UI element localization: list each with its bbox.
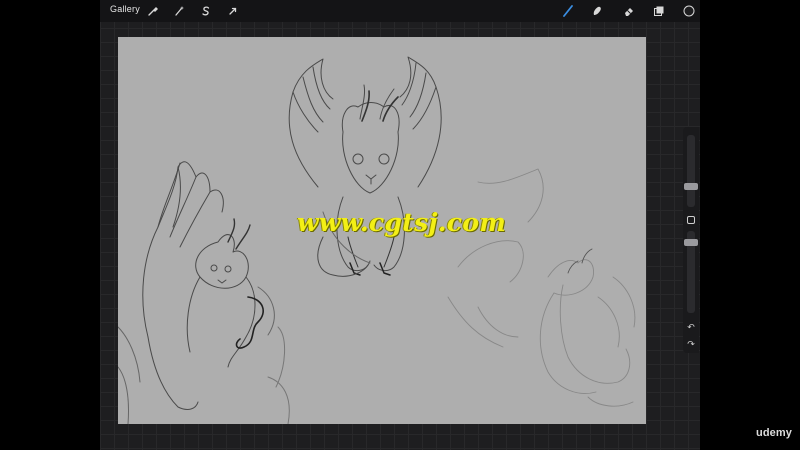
- smudge-icon[interactable]: [590, 4, 604, 18]
- video-frame: Gallery www.cgtsj.com ↶ ↷ udemy: [0, 0, 800, 450]
- brush-size-slider[interactable]: [684, 135, 698, 207]
- eraser-icon[interactable]: [622, 4, 636, 18]
- modify-square-icon[interactable]: [687, 216, 695, 224]
- opacity-slider[interactable]: [684, 231, 698, 313]
- watermark-text: www.cgtsj.com: [297, 208, 507, 237]
- procreate-app: Gallery www.cgtsj.com ↶ ↷: [100, 0, 700, 450]
- brush-icon[interactable]: [561, 4, 575, 18]
- arrow-cursor-icon[interactable]: [226, 4, 240, 18]
- redo-icon[interactable]: ↷: [686, 339, 696, 349]
- udemy-logo: udemy: [756, 427, 792, 439]
- gallery-button[interactable]: Gallery: [110, 4, 140, 14]
- selection-s-icon[interactable]: [199, 4, 213, 18]
- drawing-canvas[interactable]: www.cgtsj.com: [118, 37, 646, 424]
- wrench-icon[interactable]: [146, 4, 160, 18]
- color-circle-icon[interactable]: [682, 4, 696, 18]
- undo-icon[interactable]: ↶: [686, 322, 696, 332]
- side-slider-panel: ↶ ↷: [683, 127, 699, 353]
- magic-wand-icon[interactable]: [172, 4, 186, 18]
- brush-size-thumb[interactable]: [684, 183, 698, 190]
- opacity-thumb[interactable]: [684, 239, 698, 246]
- layers-icon[interactable]: [652, 4, 666, 18]
- top-toolbar: Gallery: [100, 0, 700, 22]
